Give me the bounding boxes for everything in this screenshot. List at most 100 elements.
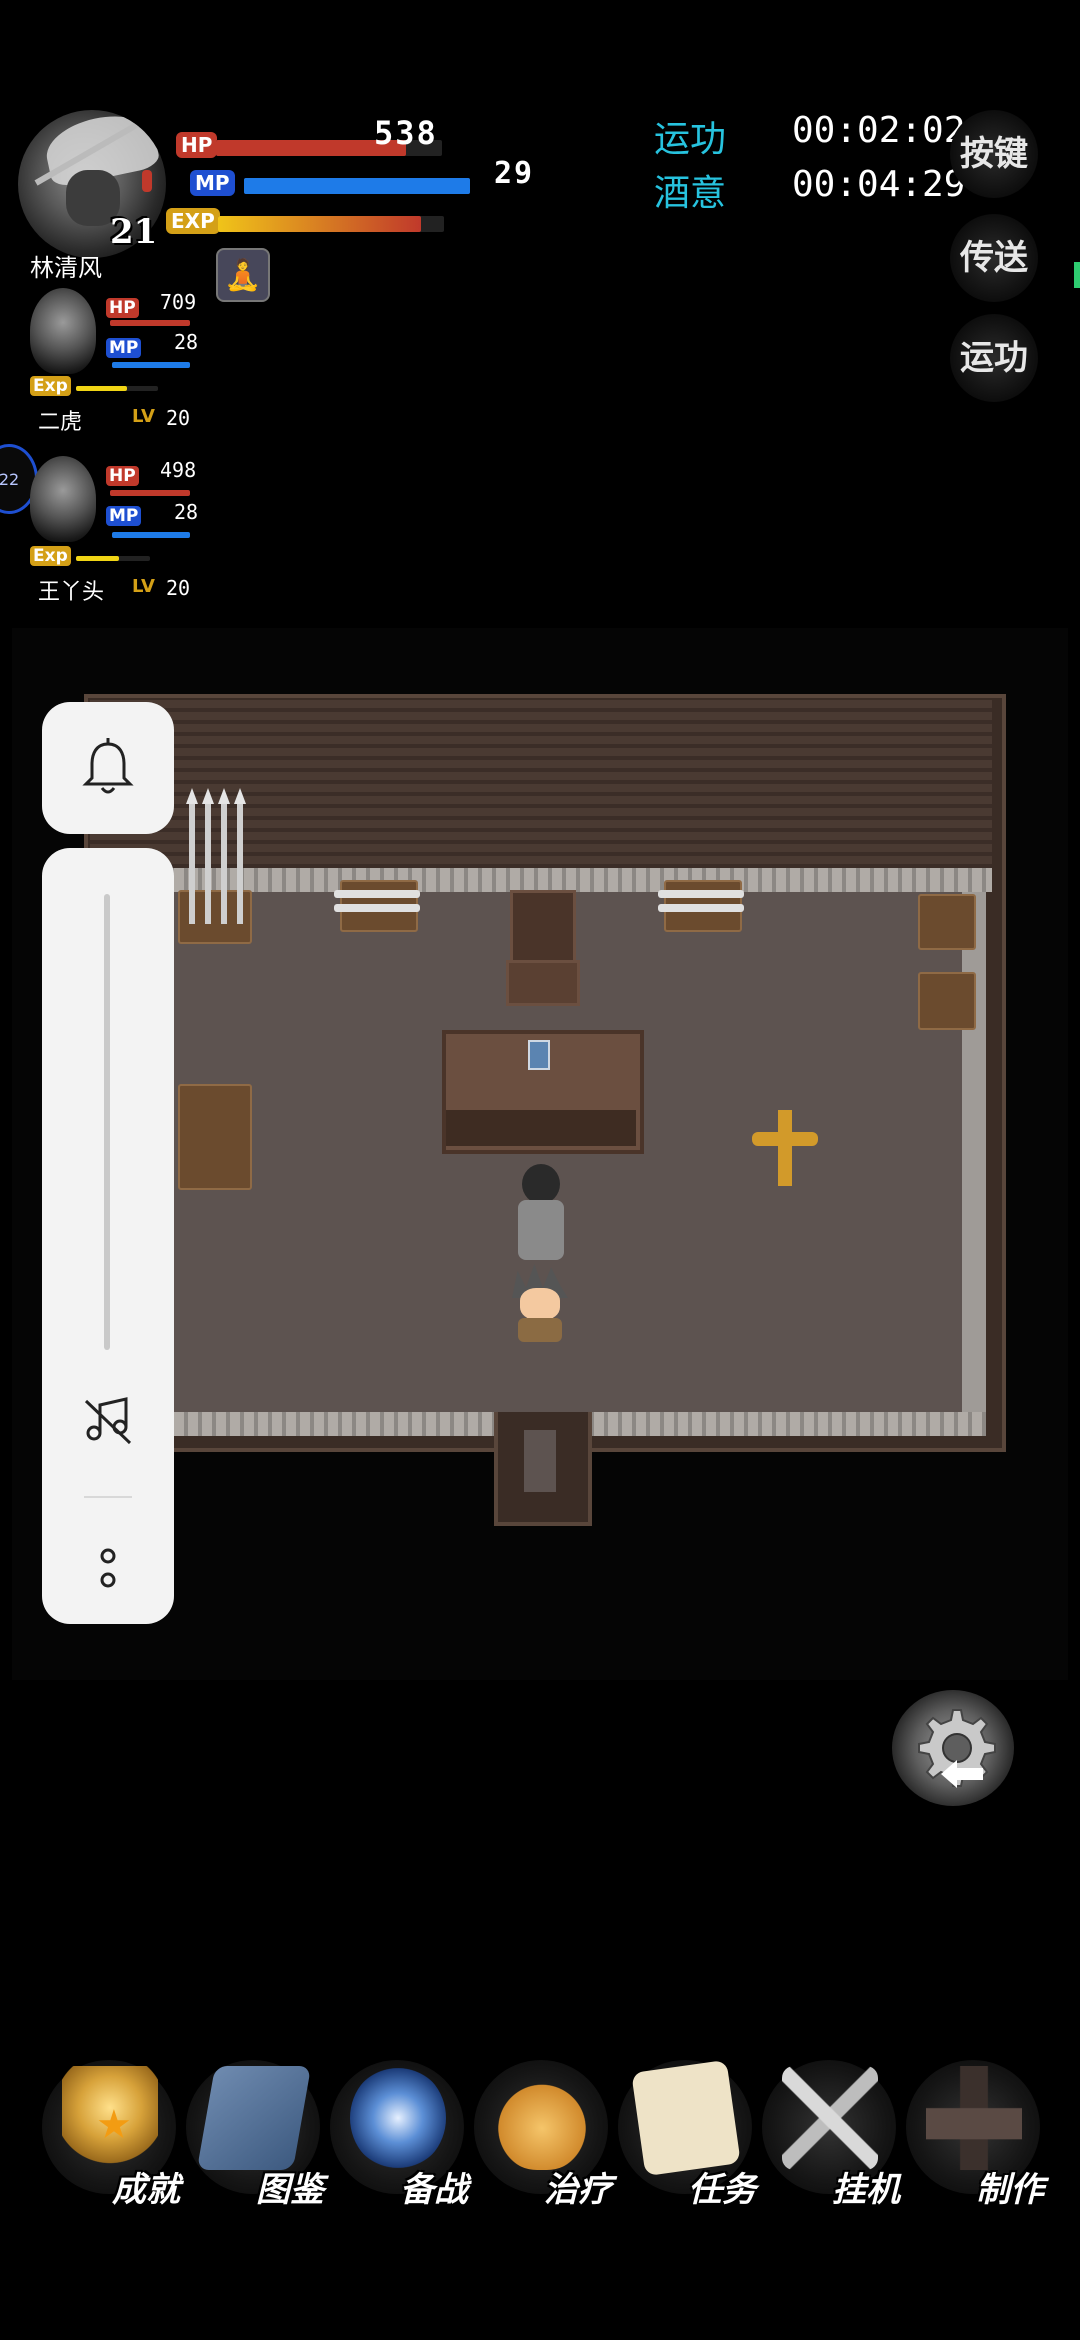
book-on-table[interactable]: [528, 1040, 550, 1070]
menu-crafting[interactable]: 制作: [900, 2050, 1044, 2210]
settings-back-button[interactable]: [892, 1690, 1014, 1806]
training-button[interactable]: 运功: [950, 314, 1038, 402]
mp-bar-fill: [244, 178, 470, 194]
npc-character[interactable]: [514, 1164, 568, 1264]
gear-back-icon: [918, 1709, 996, 1788]
weapon-crate-2[interactable]: [918, 972, 976, 1030]
party1-mp-value: 28: [174, 330, 199, 354]
party1-lv-tag: LV: [132, 406, 155, 427]
mp-bar-track: [244, 178, 470, 194]
spear-tip: [218, 788, 230, 804]
sword-blade: [658, 890, 744, 898]
party1-level: 20: [166, 406, 191, 430]
menu-label-quests: 任务: [688, 2170, 756, 2210]
anvil-icon: [926, 2066, 1022, 2170]
teleport-button[interactable]: 传送: [950, 214, 1038, 302]
keybind-button[interactable]: 按键: [950, 110, 1038, 198]
hp-value: 538: [374, 114, 438, 152]
party2-name: 王丫头: [38, 580, 105, 605]
scroll-icon: [631, 2059, 741, 2177]
party2-hp-bar: [110, 490, 190, 496]
meditate-button[interactable]: 🧘: [216, 248, 270, 302]
menu-label-achievements: 成就: [112, 2170, 180, 2210]
party2-exp-track: [76, 556, 150, 561]
party1-hp-tag: HP: [106, 298, 139, 318]
spear-tip: [202, 788, 214, 804]
doorway-floor: [524, 1430, 556, 1492]
hp-tag: HP: [176, 132, 218, 158]
music-off-icon[interactable]: [66, 1386, 150, 1456]
crossed-swords-icon: [782, 2066, 878, 2170]
more-options-icon[interactable]: [66, 1536, 150, 1602]
party1-hp-bar: [110, 320, 190, 326]
menu-label-auto-battle: 挂机: [832, 2170, 900, 2210]
volume-slider[interactable]: [104, 894, 110, 1350]
party-indicator-label: 22: [0, 469, 20, 489]
menu-prepare[interactable]: 备战: [324, 2050, 468, 2210]
spear-tip: [234, 788, 246, 804]
timer-label-drunk: 酒意: [654, 173, 727, 214]
menu-achievements[interactable]: ★ 成就: [36, 2050, 180, 2210]
menu-codex[interactable]: 图鉴: [180, 2050, 324, 2210]
training-dummy[interactable]: [752, 1110, 818, 1190]
party1-exp-fill: [76, 386, 127, 391]
party-portrait-2[interactable]: [30, 456, 96, 542]
party2-exp-fill: [76, 556, 119, 561]
party1-exp-track: [76, 386, 158, 391]
menu-label-crafting: 制作: [976, 2170, 1044, 2210]
meditate-icon: 🧘: [224, 257, 262, 293]
star-icon: ★: [96, 2102, 132, 2148]
mp-tag: MP: [190, 170, 235, 196]
menu-label-heal: 治疗: [544, 2170, 612, 2210]
party1-mp-tag: MP: [106, 338, 142, 358]
party1-exp-tag: Exp: [30, 376, 71, 396]
menu-auto-battle[interactable]: 挂机: [756, 2050, 900, 2210]
party1-mp-bar: [112, 362, 190, 368]
party2-mp-bar: [112, 532, 190, 538]
leader-level: 21: [110, 212, 158, 252]
notification-card[interactable]: [42, 702, 174, 834]
training-button-label: 运功: [960, 338, 1028, 378]
menu-quests[interactable]: 任务: [612, 2050, 756, 2210]
party1-name: 二虎: [38, 410, 83, 435]
sword-blade: [658, 904, 744, 912]
chair-seat: [506, 960, 580, 1006]
party2-level: 20: [166, 576, 191, 600]
spear: [237, 804, 243, 924]
bell-icon[interactable]: [42, 702, 174, 834]
room-right-border: [962, 892, 986, 1412]
party2-mp-value: 28: [174, 500, 199, 524]
party-portrait-1[interactable]: [30, 288, 96, 374]
book-icon: [196, 2066, 312, 2170]
exp-tag: EXP: [166, 208, 220, 234]
edge-indicator: [1074, 262, 1080, 288]
table-front: [446, 1110, 636, 1146]
timer-label-training: 运功: [654, 119, 727, 160]
exp-bar-fill: [218, 216, 422, 232]
spear: [221, 804, 227, 924]
sword-blade: [334, 904, 420, 912]
menu-label-prepare: 备战: [400, 2170, 468, 2210]
player-character[interactable]: [508, 1264, 572, 1344]
menu-label-codex: 图鉴: [256, 2170, 324, 2210]
spear: [205, 804, 211, 924]
timer-value-training: 00:02:02: [792, 110, 966, 151]
party2-exp-tag: Exp: [30, 546, 71, 566]
spear: [189, 804, 195, 924]
sword-blade: [334, 890, 420, 898]
mp-value: 29: [494, 156, 535, 191]
swirl-icon: [350, 2066, 446, 2170]
sword-stand[interactable]: [178, 1084, 252, 1190]
party1-hp-value: 709: [160, 290, 197, 314]
panel-divider: [84, 1496, 132, 1498]
keybind-button-label: 按键: [960, 134, 1028, 174]
exp-bar-track: [218, 216, 444, 232]
party2-hp-value: 498: [160, 458, 197, 482]
party2-mp-tag: MP: [106, 506, 142, 526]
party2-lv-tag: LV: [132, 576, 155, 597]
gourd-icon: [494, 2066, 590, 2170]
spear-tip: [186, 788, 198, 804]
weapon-crate-1[interactable]: [918, 894, 976, 950]
leader-name: 林清风: [30, 254, 102, 282]
menu-heal[interactable]: 治疗: [468, 2050, 612, 2210]
